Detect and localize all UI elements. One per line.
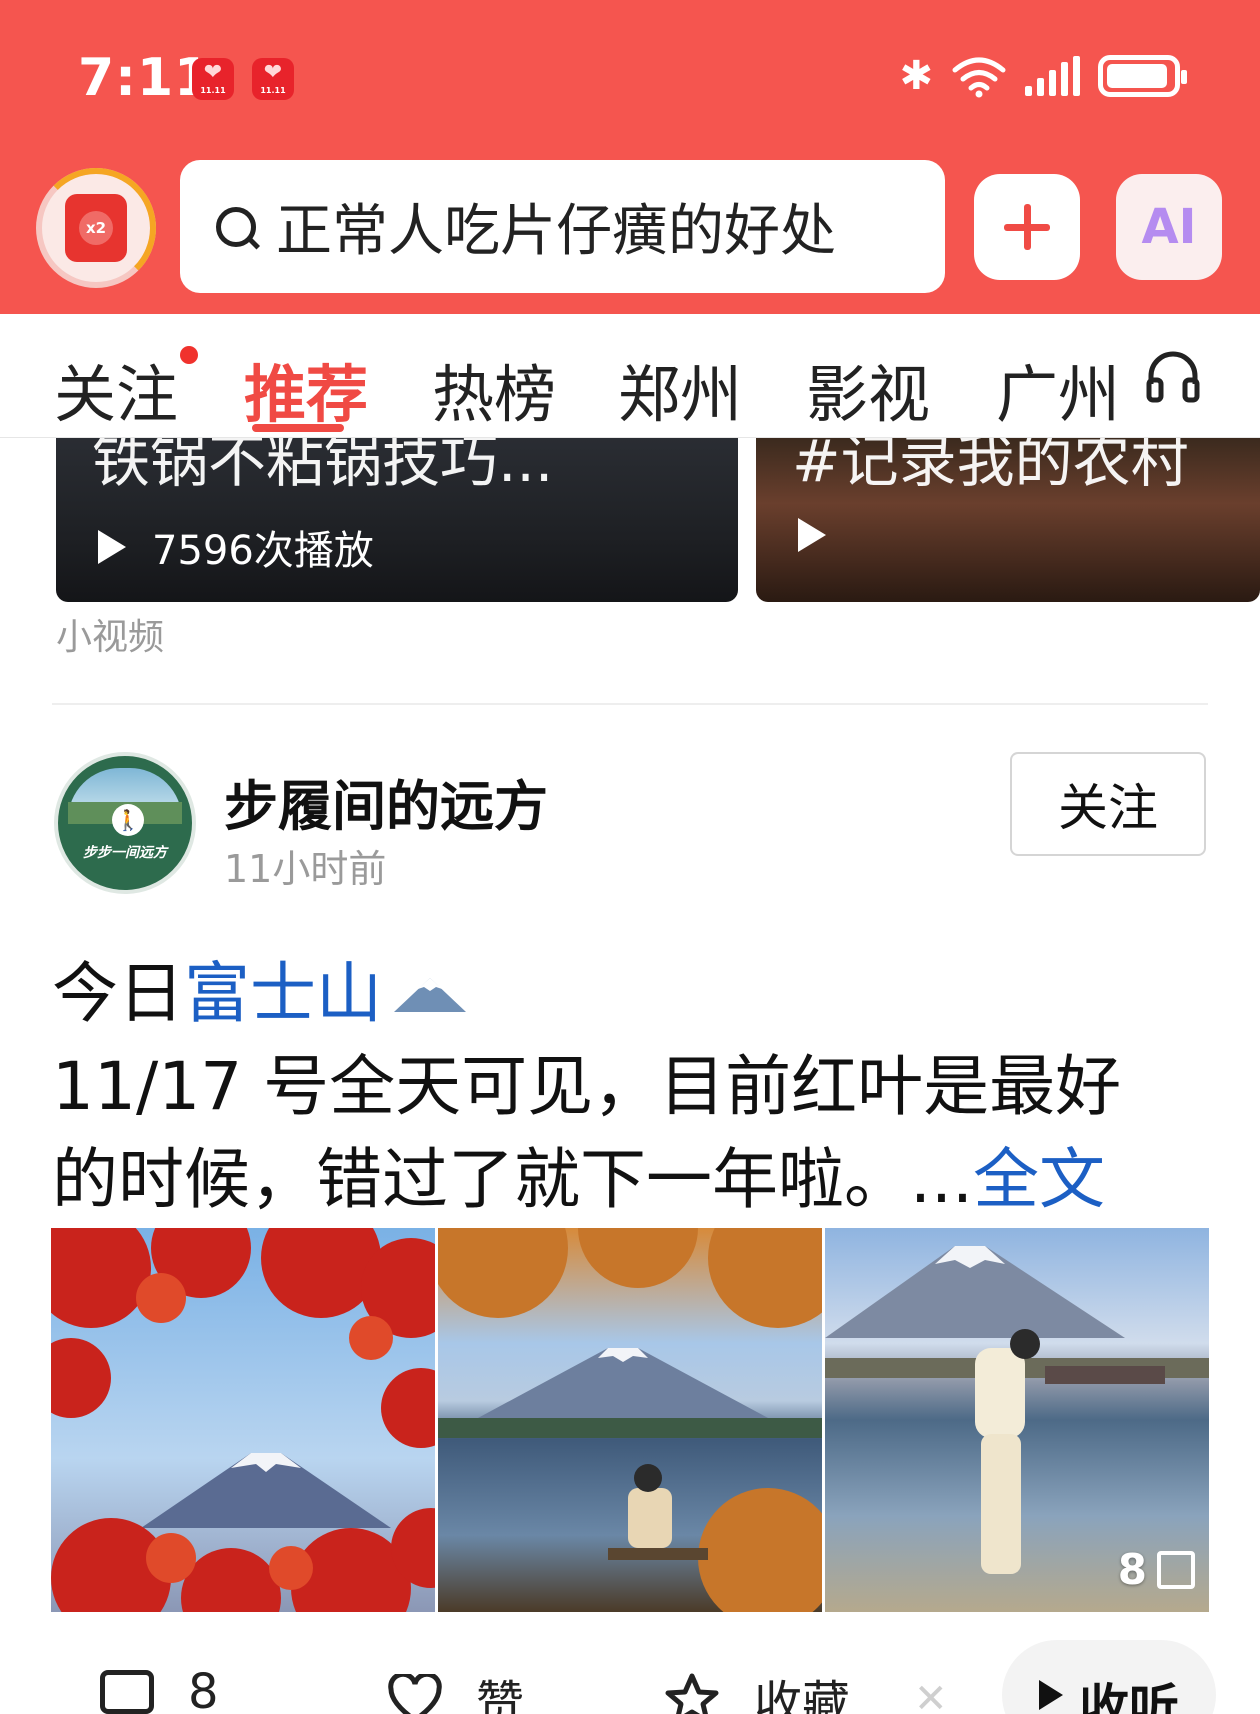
tab-follow-dot xyxy=(180,346,198,364)
tab-film[interactable]: 影视 xyxy=(806,344,930,434)
search-query-text: 正常人吃片仔癀的好处 xyxy=(276,199,836,264)
section-label: 小视频 xyxy=(56,617,165,658)
active-tab-indicator xyxy=(252,424,344,432)
play-icon xyxy=(1039,1680,1063,1710)
image-icon xyxy=(1157,1550,1195,1589)
channel-tabs: 关注 推荐 热榜 郑州 影视 广州 xyxy=(0,314,1260,438)
post-text-line: 今日 富士山 xyxy=(52,940,470,1036)
post-text: 今日 xyxy=(52,955,184,1032)
tab-hot[interactable]: 热榜 xyxy=(432,344,556,434)
comment-count: 8 xyxy=(188,1664,219,1714)
redpacket-icon: x2 xyxy=(65,194,127,262)
listen-button[interactable]: 收听 xyxy=(1002,1640,1216,1714)
redpacket-multiplier: x2 xyxy=(79,211,113,245)
topic-link[interactable]: 富士山 xyxy=(184,940,382,1036)
double11-badge-icon: ❤ 11.11 xyxy=(192,58,234,100)
top-header: 7:11 ❤ 11.11 ❤ 11.11 ✱ x2 正常人吃片仔癀的好处 AI xyxy=(0,0,1260,314)
divider xyxy=(52,703,1208,705)
add-button[interactable] xyxy=(974,174,1080,280)
like-label: 赞 xyxy=(476,1676,525,1714)
post-time: 11小时前 xyxy=(224,847,387,891)
post-photo[interactable]: 8 图 xyxy=(825,1228,1209,1612)
avatar-logo-text: 步步一间远方 xyxy=(83,845,167,861)
tab-follow[interactable]: 关注 xyxy=(54,344,178,434)
redpacket-button[interactable]: x2 xyxy=(36,168,156,288)
author-name[interactable]: 步履间的远方 xyxy=(224,762,548,841)
photo-count: 8 xyxy=(1117,1545,1147,1594)
video-title: 铁锅不粘锅技巧... xyxy=(92,438,554,495)
comment-icon xyxy=(100,1670,154,1714)
favorite-label: 收藏 xyxy=(754,1676,851,1714)
video-card[interactable]: 铁锅不粘锅技巧... 7596次播放 xyxy=(56,438,738,602)
post-text: 11/17 号全天可见，目前红叶是最好 xyxy=(52,1048,1122,1125)
post-text: 的时候，错过了就下一年啦。... xyxy=(52,1141,973,1218)
play-icon xyxy=(98,530,126,564)
post-text-line: 的时候，错过了就下一年啦。...全文 xyxy=(52,1126,1105,1222)
like-button[interactable]: 赞 xyxy=(388,1664,524,1714)
double11-badge-icon: ❤ 11.11 xyxy=(252,58,294,100)
maple-fuji-image xyxy=(51,1228,435,1612)
heart-icon xyxy=(388,1674,442,1714)
ai-label: AI xyxy=(1141,199,1197,255)
tab-zhengzhou[interactable]: 郑州 xyxy=(618,344,742,434)
post-photo[interactable] xyxy=(438,1228,822,1612)
avatar[interactable]: 🚶 步步一间远方 xyxy=(54,752,196,894)
ai-button[interactable]: AI xyxy=(1116,174,1222,280)
star-icon xyxy=(665,1673,719,1714)
post-photo[interactable] xyxy=(51,1228,435,1612)
video-card[interactable]: #记录我的农村 xyxy=(756,438,1260,602)
bluetooth-icon: ✱ xyxy=(899,53,933,99)
search-input[interactable]: 正常人吃片仔癀的好处 xyxy=(180,160,945,293)
favorite-button[interactable]: 收藏 xyxy=(664,1664,850,1714)
battery-icon xyxy=(1098,55,1187,97)
signal-icon xyxy=(1025,56,1080,96)
wifi-icon xyxy=(952,57,1006,98)
mountain-icon xyxy=(394,978,466,1012)
photo-count-badge: 8 图 xyxy=(1118,1545,1195,1594)
search-icon xyxy=(216,206,256,247)
plus-icon xyxy=(1004,204,1050,250)
listen-label: 收听 xyxy=(1079,1679,1179,1714)
play-icon xyxy=(798,518,826,552)
headphone-icon[interactable] xyxy=(1145,348,1201,404)
hiker-icon: 🚶 xyxy=(112,804,144,836)
lake-fuji-image xyxy=(438,1228,822,1612)
tab-guangzhou[interactable]: 广州 xyxy=(996,344,1118,434)
comment-button[interactable]: 8 xyxy=(100,1664,219,1714)
close-icon[interactable]: ✕ xyxy=(914,1676,948,1714)
video-title: #记录我的农村 xyxy=(792,438,1189,495)
status-icons: ✱ xyxy=(899,52,1187,100)
expand-full-text-link[interactable]: 全文 xyxy=(973,1141,1105,1218)
follow-button[interactable]: 关注 xyxy=(1010,752,1206,856)
video-play-count: 7596次播放 xyxy=(152,528,374,574)
tab-recommend[interactable]: 推荐 xyxy=(244,344,368,434)
